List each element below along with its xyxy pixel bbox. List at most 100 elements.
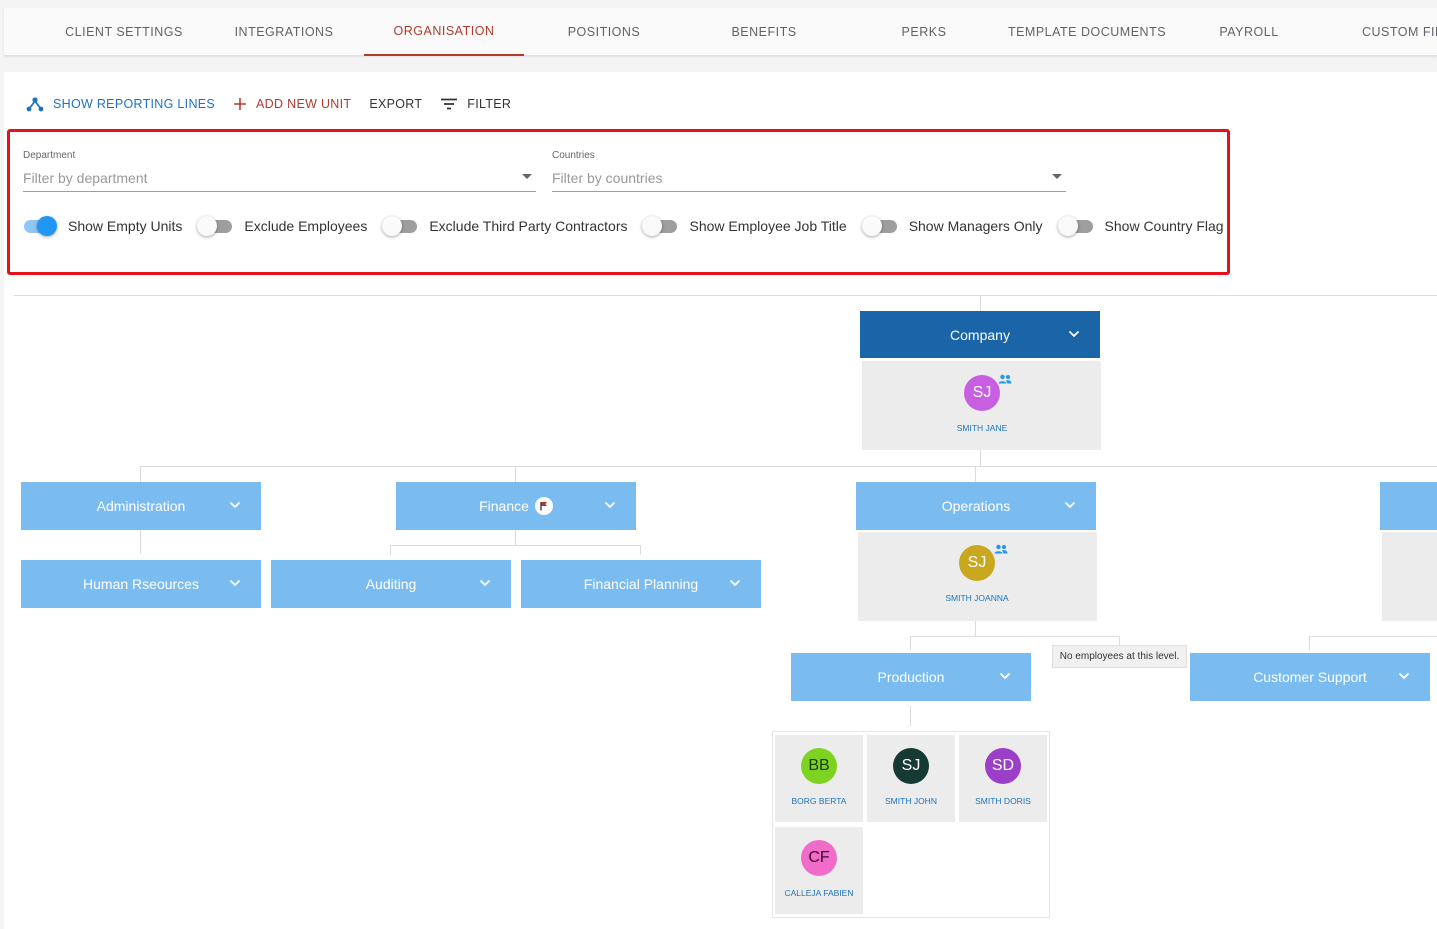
unit-name: Operations (941, 498, 1011, 514)
chevron-down-icon[interactable] (1064, 501, 1076, 509)
toolbar: SHOW REPORTING LINES ADD NEW UNIT EXPORT… (26, 94, 529, 114)
chevron-down-icon[interactable] (479, 579, 491, 587)
employee-card-calleja-fabien[interactable]: CF CALLEJA FABIEN (775, 827, 863, 914)
unit-administration[interactable]: Administration (21, 482, 261, 530)
chart-divider (14, 295, 1437, 296)
connector-line (140, 466, 1437, 467)
unit-name: Administration (96, 498, 186, 514)
switch-show-employee-job-title[interactable] (642, 216, 678, 236)
toggle-label: Show Empty Units (68, 218, 183, 234)
filter-icon (441, 98, 458, 110)
tab-template-documents[interactable]: TEMPLATE DOCUMENTS (1007, 8, 1167, 56)
tab-organisation[interactable]: ORGANISATION (364, 8, 524, 56)
switch-show-managers-only[interactable] (861, 216, 898, 236)
switch-exclude-third-party-contractors[interactable] (382, 216, 418, 236)
chevron-down-icon[interactable] (729, 579, 741, 587)
connector-line (390, 545, 391, 555)
countries-select[interactable]: Countries Filter by countries (552, 150, 1066, 192)
connector-line (910, 636, 1120, 637)
unit-offscreen[interactable] (1380, 482, 1437, 530)
filter-options-highlight: Department Filter by department Countrie… (7, 129, 1230, 275)
connector-line (975, 621, 976, 636)
toggle-label: Show Managers Only (908, 218, 1043, 234)
countries-dropdown-icon[interactable] (1052, 174, 1062, 179)
employee-name: SMITH JOANNA (945, 593, 1009, 603)
toggle-show-employee-job-title[interactable]: Show Employee Job Title (642, 216, 847, 236)
switch-exclude-employees[interactable] (197, 216, 233, 236)
filter-label: FILTER (467, 97, 512, 111)
chevron-down-icon[interactable] (229, 501, 241, 509)
connector-line (640, 545, 641, 555)
plus-icon (234, 98, 247, 110)
unit-customer-support[interactable]: Customer Support (1190, 653, 1430, 701)
add-new-unit-button[interactable]: ADD NEW UNIT (233, 97, 351, 111)
tab-payroll[interactable]: PAYROLL (1169, 8, 1329, 56)
flag-icon (534, 497, 553, 515)
tab-benefits[interactable]: BENEFITS (684, 8, 844, 56)
toggle-exclude-employees[interactable]: Exclude Employees (197, 216, 367, 236)
chevron-down-icon[interactable] (604, 501, 616, 509)
employee: BB BORG BERTA (775, 748, 863, 806)
people-icon (998, 374, 1012, 384)
toggle-exclude-third-party-contractors[interactable]: Exclude Third Party Contractors (382, 216, 627, 236)
chevron-down-icon[interactable] (1068, 330, 1080, 338)
unit-auditing[interactable]: Auditing (271, 560, 511, 608)
unit-operations[interactable]: Operations (856, 482, 1096, 530)
add-new-unit-label: ADD NEW UNIT (256, 97, 352, 111)
unit-name: Customer Support (1253, 669, 1367, 685)
toggle-label: Show Employee Job Title (689, 218, 847, 234)
department-select[interactable]: Department Filter by department (23, 150, 536, 192)
employee-card-smith-joanna[interactable]: SJ SMITH JOANNA (927, 545, 1027, 603)
employee-name: SMITH DORIS (975, 796, 1031, 806)
employee: SJ SMITH JOHN (867, 748, 955, 806)
show-reporting-lines-label: SHOW REPORTING LINES (53, 97, 216, 111)
employee-card-smith-doris[interactable]: SD SMITH DORIS (959, 735, 1047, 822)
connector-line (910, 706, 911, 726)
switch-show-empty-units[interactable] (21, 216, 57, 236)
unit-production[interactable]: Production (791, 653, 1031, 701)
top-tab-bar: CLIENT SETTINGS INTEGRATIONS ORGANISATIO… (4, 8, 1437, 56)
tab-client-settings[interactable]: CLIENT SETTINGS (44, 8, 204, 56)
unit-name: Finance (479, 498, 529, 514)
connector-line (910, 636, 911, 650)
unit-company[interactable]: Company (860, 311, 1100, 358)
employee-card-smith-jane[interactable]: SJ SMITH JANE (932, 375, 1032, 433)
switch-show-country-flag[interactable] (1057, 216, 1094, 236)
tab-custom-fields[interactable]: CUSTOM FIEL (1317, 8, 1437, 56)
employee-card-borg-berta[interactable]: BB BORG BERTA (775, 735, 863, 822)
tab-positions[interactable]: POSITIONS (524, 8, 684, 56)
unit-name: Financial Planning (583, 576, 699, 592)
avatar: SJ (893, 748, 929, 784)
chevron-down-icon[interactable] (229, 579, 241, 587)
toggle-show-empty-units[interactable]: Show Empty Units (21, 216, 182, 236)
toggle-label: Show Country Flag (1104, 218, 1224, 234)
avatar: SJ (964, 375, 1000, 411)
countries-placeholder: Filter by countries (552, 170, 663, 186)
tab-perks[interactable]: PERKS (844, 8, 1004, 56)
employee-name: BORG BERTA (791, 796, 847, 806)
unit-name: Company (950, 326, 1010, 343)
employee-name: SMITH JANE (956, 423, 1008, 433)
filter-button[interactable]: FILTER (440, 97, 511, 111)
department-dropdown-icon[interactable] (522, 174, 532, 179)
tab-integrations[interactable]: INTEGRATIONS (204, 8, 364, 56)
connector-line (1309, 636, 1437, 637)
unit-human-resources[interactable]: Human Rseources (21, 560, 261, 608)
show-reporting-lines-button[interactable]: SHOW REPORTING LINES (26, 96, 215, 112)
connector-line (515, 466, 516, 482)
unit-finance[interactable]: Finance (396, 482, 636, 530)
toggle-label: Exclude Employees (244, 218, 368, 234)
export-label: EXPORT (369, 97, 423, 111)
toggle-show-managers-only[interactable]: Show Managers Only (861, 216, 1043, 236)
export-button[interactable]: EXPORT (369, 97, 422, 111)
toggle-show-country-flag[interactable]: Show Country Flag (1057, 216, 1224, 236)
employee-card-smith-john[interactable]: SJ SMITH JOHN (867, 735, 955, 822)
unit-offscreen-box (1382, 532, 1437, 621)
chevron-down-icon[interactable] (1398, 672, 1410, 680)
chevron-down-icon[interactable] (999, 672, 1011, 680)
employee-name: CALLEJA FABIEN (784, 888, 854, 898)
unit-financial-planning[interactable]: Financial Planning (521, 560, 761, 608)
department-label: Department (23, 150, 76, 161)
connector-line (980, 296, 981, 311)
people-icon (994, 544, 1008, 554)
